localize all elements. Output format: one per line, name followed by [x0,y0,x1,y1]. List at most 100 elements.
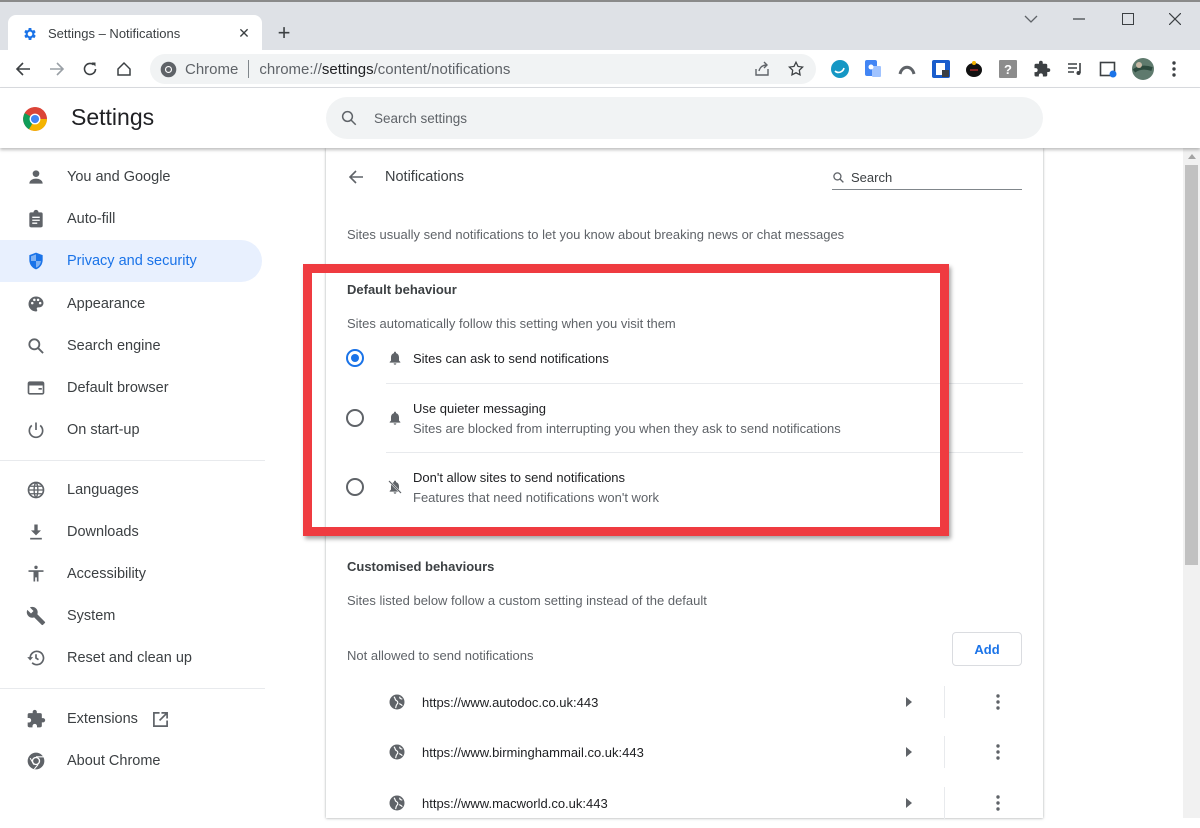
radio-option-quieter-messaging[interactable]: Use quieter messaging Sites are blocked … [326,390,1026,440]
shield-icon [24,249,48,273]
kebab-menu-icon [996,744,1000,760]
row-separator [386,383,1023,384]
radio-button-checked[interactable] [346,349,364,367]
download-icon [24,520,48,544]
add-site-button[interactable]: Add [952,632,1022,666]
browser-tab-active[interactable]: Settings – Notifications ✕ [8,15,262,52]
back-button[interactable] [9,55,37,83]
subpage-title: Notifications [385,169,464,185]
sidebar-item-about-chrome[interactable]: About Chrome [0,740,262,782]
puzzle-icon [24,707,48,731]
caret-right-icon[interactable] [903,746,915,758]
sidebar-item-accessibility[interactable]: Accessibility [0,553,262,595]
more-actions-button[interactable] [986,740,1010,764]
more-actions-button[interactable] [986,791,1010,815]
translate-extension-icon[interactable] [863,59,883,79]
window-close-button[interactable] [1152,4,1198,34]
sidebar-item-label: Privacy and security [67,253,197,269]
url-host: settings [321,60,374,78]
question-extension-icon[interactable]: ? [998,59,1018,79]
blue-s-extension-icon[interactable] [830,59,850,79]
radio-option-sublabel: Sites are blocked from interrupting you … [413,421,841,436]
sidebar-item-extensions[interactable]: Extensions [0,698,262,740]
kebab-menu-icon [996,795,1000,811]
minimize-button[interactable] [1056,4,1102,34]
reload-button[interactable] [76,55,104,83]
back-button[interactable] [344,165,368,189]
settings-search-input[interactable] [374,110,974,126]
browser-title-bar: Settings – Notifications ✕ + [0,0,1200,52]
tab-search-button[interactable] [1008,4,1054,34]
tab-close-icon[interactable]: ✕ [230,20,258,48]
side-panel-icon[interactable] [1098,59,1118,79]
sidebar-item-label: On start-up [67,422,140,438]
caret-right-icon[interactable] [903,696,915,708]
settings-sidebar: You and Google Auto-fill Privacy and sec… [0,148,265,818]
sidebar-item-system[interactable]: System [0,595,262,637]
url-text[interactable]: chrome://settings/content/notifications [259,61,510,78]
subpage-search-input[interactable] [851,170,1011,185]
bookmark-button[interactable] [784,57,808,81]
profile-avatar[interactable] [1131,57,1155,81]
chrome-site-icon [160,61,177,77]
sidebar-item-label: About Chrome [67,753,161,769]
browser-window-icon [24,376,48,400]
scrollbar-thumb[interactable] [1185,165,1198,565]
more-actions-button[interactable] [986,690,1010,714]
sidebar-item-appearance[interactable]: Appearance [0,283,262,325]
bell-off-icon [386,478,404,496]
sidebar-item-autofill[interactable]: Auto-fill [0,198,262,240]
maximize-button[interactable] [1105,4,1151,34]
subpage-search-field[interactable] [832,166,1022,190]
sidebar-item-label: Accessibility [67,566,146,582]
back-arrow-icon [348,170,363,184]
scroll-up-arrow-icon[interactable] [1183,148,1200,165]
caret-right-icon[interactable] [903,797,915,809]
dark-blob-extension-icon[interactable] [964,59,984,79]
sidebar-item-label: Search engine [67,338,161,354]
sidebar-item-reset-and-clean-up[interactable]: Reset and clean up [0,637,262,679]
settings-search-box[interactable] [326,97,1043,139]
default-behaviour-description: Sites automatically follow this setting … [347,316,676,331]
forward-arrow-icon [50,62,65,76]
radio-option-dont-allow[interactable]: Don't allow sites to send notifications … [326,459,1026,509]
site-list-item[interactable]: https://www.macworld.co.uk:443 [366,778,1043,828]
home-button[interactable] [110,55,138,83]
bookmark-star-icon [788,60,804,77]
customised-behaviours-description: Sites listed below follow a custom setti… [347,593,707,608]
chrome-menu-button[interactable] [1164,59,1184,79]
sidebar-item-you-and-google[interactable]: You and Google [0,156,262,198]
sidebar-divider [0,460,265,461]
back-arrow-icon [15,62,30,76]
kebab-menu-icon [1172,61,1176,77]
radio-button[interactable] [346,478,364,496]
sidebar-item-downloads[interactable]: Downloads [0,511,262,553]
row-vertical-separator [944,787,945,819]
media-queue-icon[interactable] [1065,59,1085,79]
address-bar[interactable]: Chrome chrome://settings/content/notific… [150,54,816,84]
site-list-item[interactable]: https://www.autodoc.co.uk:443 [366,677,1043,727]
radio-button[interactable] [346,409,364,427]
close-icon [1169,13,1181,25]
kebab-menu-icon [996,694,1000,710]
sidebar-item-languages[interactable]: Languages [0,469,262,511]
forward-button[interactable] [43,55,71,83]
radio-option-sites-can-ask[interactable]: Sites can ask to send notifications [326,338,1026,378]
sidebar-item-default-browser[interactable]: Default browser [0,367,262,409]
page-scrollbar[interactable] [1183,148,1200,818]
arc-extension-icon[interactable] [897,59,917,79]
chrome-icon [24,749,48,773]
share-button[interactable] [750,57,774,81]
share-icon [755,61,769,76]
new-tab-button[interactable]: + [270,19,298,47]
sidebar-item-label: You and Google [67,169,171,185]
puzzle-extensions-icon[interactable] [1032,59,1052,79]
sidebar-item-search-engine[interactable]: Search engine [0,325,262,367]
radio-option-label: Use quieter messaging [413,401,546,416]
accessibility-icon [24,562,48,586]
blocked-sites-label: Not allowed to send notifications [347,648,534,663]
site-list-item[interactable]: https://www.birminghammail.co.uk:443 [366,727,1043,777]
sidebar-item-privacy-and-security[interactable]: Privacy and security [0,240,262,282]
lock-extension-icon[interactable] [931,59,951,79]
sidebar-item-on-startup[interactable]: On start-up [0,409,262,451]
